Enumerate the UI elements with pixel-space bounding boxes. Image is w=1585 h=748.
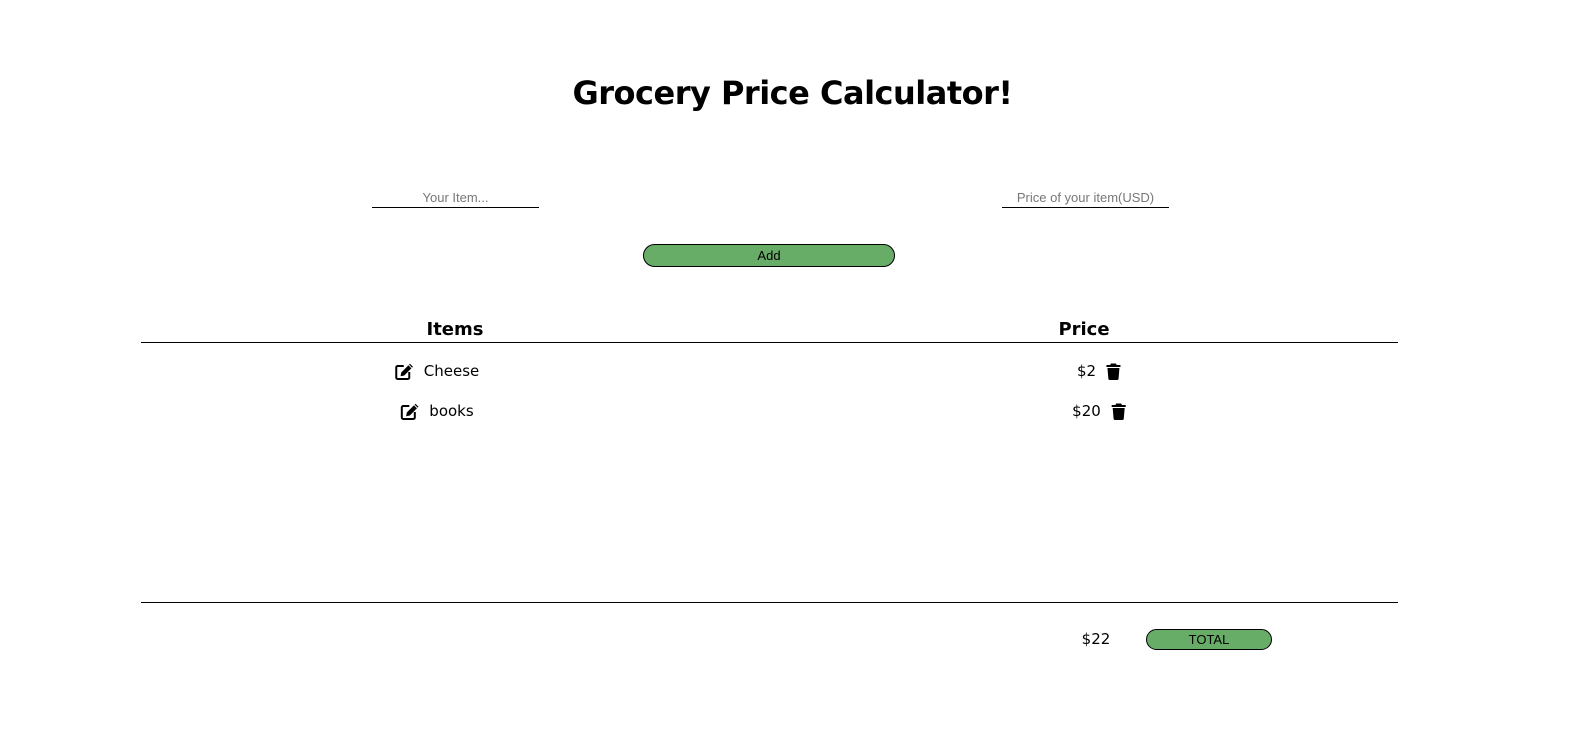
item-price-input[interactable] — [1002, 188, 1169, 208]
table-top-divider — [141, 342, 1398, 343]
table-row-price-cell: $20 — [1072, 402, 1126, 420]
total-amount: $22 — [1081, 630, 1111, 648]
table-row-item-cell: books — [400, 402, 474, 420]
item-price: $20 — [1072, 402, 1101, 420]
page: Grocery Price Calculator! Add Items Pric… — [0, 0, 1585, 748]
item-name-input[interactable] — [372, 188, 539, 208]
item-price: $2 — [1076, 362, 1097, 380]
item-name: Cheese — [423, 362, 480, 380]
total-button[interactable]: TOTAL — [1146, 629, 1272, 650]
column-header-items: Items — [426, 319, 484, 340]
table-row-price-cell: $2 — [1077, 362, 1121, 380]
trash-icon[interactable] — [1106, 363, 1121, 380]
edit-icon[interactable] — [395, 363, 414, 380]
item-name: books — [429, 402, 474, 420]
column-header-price: Price — [1058, 319, 1110, 340]
table-bottom-divider — [141, 602, 1398, 603]
edit-icon[interactable] — [400, 403, 419, 420]
table-row-item-cell: Cheese — [395, 362, 479, 380]
page-title: Grocery Price Calculator! — [572, 74, 1013, 112]
trash-icon[interactable] — [1111, 403, 1126, 420]
add-button[interactable]: Add — [643, 244, 895, 267]
